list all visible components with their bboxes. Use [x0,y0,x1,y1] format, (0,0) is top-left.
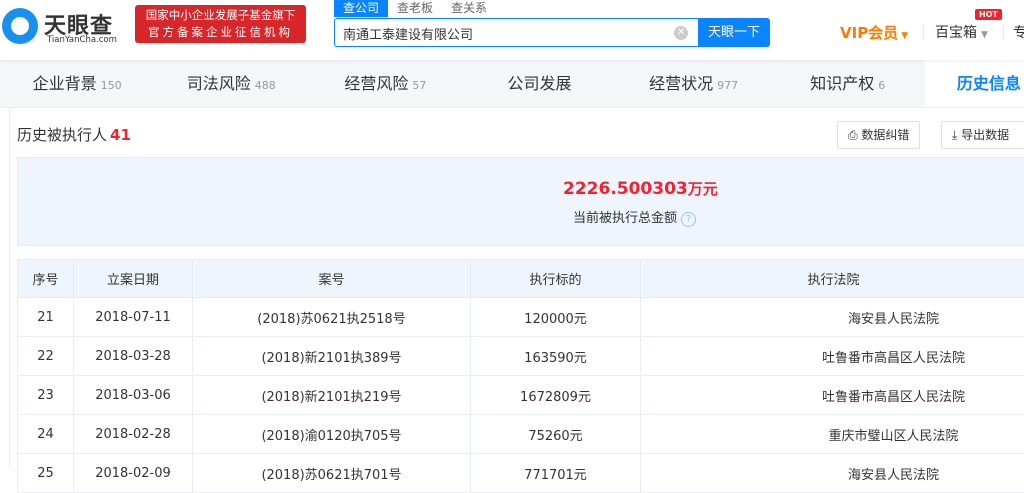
tab-count: 6 [878,79,885,92]
execution-amount: 75260元 [471,415,641,454]
row-index: 21 [18,298,74,337]
tab-enterprise-background[interactable]: 企业背景 150 [0,60,154,107]
filing-date: 2018-02-28 [74,415,193,454]
table-row[interactable]: 242018-02-28(2018)渝0120执705号75260元重庆市璧山区… [18,415,1024,454]
tab-search-relation[interactable]: 查关系 [442,0,496,17]
execution-amount: 120000元 [471,298,641,337]
search-button[interactable]: 天眼一下 [698,18,770,47]
filing-date: 2018-03-28 [74,337,193,376]
report-icon: ⎙ [848,128,861,142]
tab-company-development[interactable]: 公司发展 [462,60,616,107]
toolbox-menu[interactable]: 百宝箱 ▼ [935,22,988,42]
case-number[interactable]: (2018)新2101执389号 [193,337,471,376]
tianyancha-logo[interactable]: 天眼查 TianYanCha.com [2,6,130,46]
tab-search-boss[interactable]: 查老板 [388,0,442,17]
court: 吐鲁番市高昌区人民法院 [641,337,1024,376]
vip-label: VIP会员 [840,24,898,42]
column-header: 案号 [193,260,471,298]
row-index: 25 [18,454,74,493]
filing-date: 2018-07-11 [74,298,193,337]
more-menu[interactable]: 专 [1013,22,1024,42]
top-header: 天眼查 TianYanCha.com 国家中小企业发展子基金旗下 官方备案企业征… [0,0,1024,60]
divider [9,108,10,469]
section-count: 41 [110,126,131,144]
tab-label: 经营状况 [649,74,713,93]
tab-search-company[interactable]: 查公司 [334,0,388,17]
total-amount-label: 当前被执行总金额? [573,207,696,227]
tab-count: 57 [412,79,426,92]
hot-badge: HOT [975,9,1002,20]
badge-line2: 官方备案企业征信机构 [143,24,298,41]
case-number[interactable]: (2018)渝0120执705号 [193,415,471,454]
divider [923,25,924,39]
column-header: 执行标的 [471,260,641,298]
court: 海安县人民法院 [641,454,1024,493]
amount-unit: 万元 [688,180,718,198]
section-nav: 企业背景 150 司法风险 488 经营风险 57 公司发展 经营状况 977 知识产权… [0,60,1024,108]
section-title: 历史被执行人41 [17,124,131,145]
button-label: 导出数据 [961,128,1009,142]
tab-count: 488 [255,79,276,92]
execution-amount: 163590元 [471,337,641,376]
table-row[interactable]: 222018-03-28(2018)新2101执389号163590元吐鲁番市高… [18,337,1024,376]
case-number[interactable]: (2018)新2101执219号 [193,376,471,415]
tab-label: 企业背景 [33,74,97,93]
tab-count: 977 [717,79,738,92]
row-index: 24 [18,415,74,454]
vip-menu[interactable]: VIP会员▼ [840,22,908,43]
filing-date: 2018-03-06 [74,376,193,415]
tab-history-info[interactable]: 历史信息 [925,60,1024,107]
badge-line1: 国家中小企业发展子基金旗下 [143,7,298,24]
tab-label: 经营风险 [344,74,408,93]
table-row[interactable]: 252018-02-09(2018)苏0621执701号771701元海安县人民… [18,454,1024,493]
court: 海安县人民法院 [641,298,1024,337]
tab-count: 150 [101,79,122,92]
section-title-text: 历史被执行人 [17,126,107,144]
execution-amount: 1672809元 [471,376,641,415]
caret-down-icon: ▼ [981,30,988,40]
column-header: 执行法院 [641,260,1024,298]
tab-label: 历史信息 [957,74,1021,93]
executed-persons-table: 序号 立案日期 案号 执行标的 执行法院 212018-07-11(2018)苏… [17,259,1024,493]
tab-label: 司法风险 [187,74,251,93]
clear-icon[interactable]: ✕ [674,26,688,40]
row-index: 23 [18,376,74,415]
table-header-row: 序号 立案日期 案号 执行标的 执行法院 [18,260,1024,298]
download-icon: ⤓ [952,128,961,142]
tab-operating-status[interactable]: 经营状况 977 [617,60,771,107]
table-row[interactable]: 212018-07-11(2018)苏0621执2518号120000元海安县人… [18,298,1024,337]
column-header: 序号 [18,260,74,298]
divider [1003,25,1004,39]
logo-url: TianYanCha.com [47,35,117,45]
tab-label: 知识产权 [810,74,874,93]
caret-down-icon: ▼ [901,31,908,41]
button-label: 数据纠错 [861,128,909,142]
export-data-button[interactable]: ⤓ 导出数据 [941,121,1024,149]
case-number[interactable]: (2018)苏0621执701号 [193,454,471,493]
amount-value: 2226.500303 [563,179,688,199]
table-row[interactable]: 232018-03-06(2018)新2101执219号1672809元吐鲁番市… [18,376,1024,415]
execution-amount: 771701元 [471,454,641,493]
tab-label: 公司发展 [507,74,571,93]
help-icon[interactable]: ? [681,212,696,227]
search-type-tabs: 查公司 查老板 查关系 [334,0,496,17]
filing-date: 2018-02-09 [74,454,193,493]
court: 重庆市璧山区人民法院 [641,415,1024,454]
row-index: 22 [18,337,74,376]
data-correction-button[interactable]: ⎙ 数据纠错 [837,121,920,149]
logo-icon [2,8,38,44]
column-header: 立案日期 [74,260,193,298]
official-badge: 国家中小企业发展子基金旗下 官方备案企业征信机构 [135,5,306,43]
case-number[interactable]: (2018)苏0621执2518号 [193,298,471,337]
court: 吐鲁番市高昌区人民法院 [641,376,1024,415]
total-amount-summary: 2226.500303万元 当前被执行总金额? [17,157,1024,246]
tab-operating-risk[interactable]: 经营风险 57 [308,60,462,107]
total-amount: 2226.500303万元 [563,178,718,199]
tab-intellectual-property[interactable]: 知识产权 6 [771,60,925,107]
search-input[interactable]: 南通工泰建设有限公司 ✕ [334,18,698,47]
search-value: 南通工泰建设有限公司 [343,28,473,43]
label-text: 当前被执行总金额 [573,211,677,226]
toolbox-label: 百宝箱 [935,25,977,41]
tab-judicial-risk[interactable]: 司法风险 488 [154,60,308,107]
